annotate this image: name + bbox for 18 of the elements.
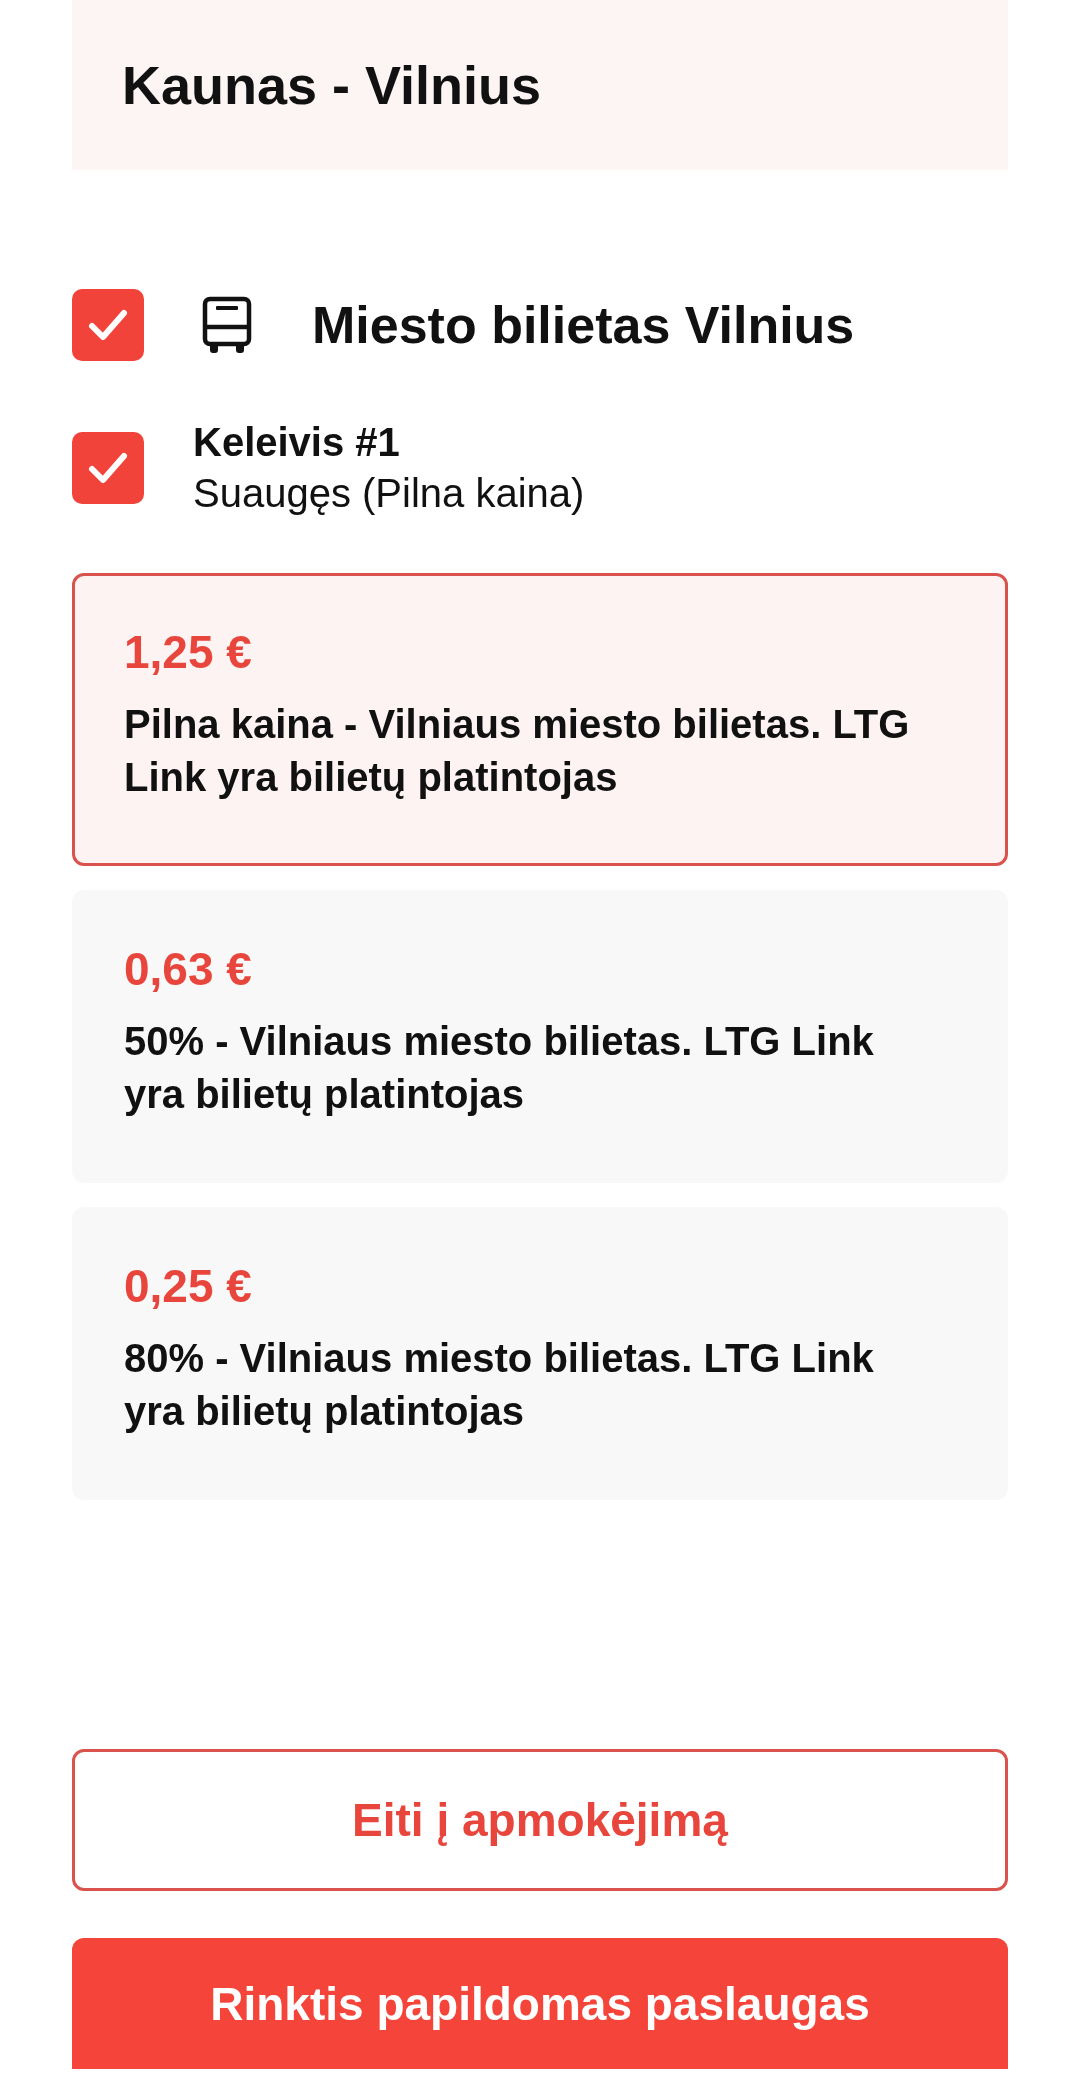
- fare-option[interactable]: 1,25 € Pilna kaina - Vilniaus miesto bilietas. LTG Link yra bilietų platintojas: [72, 573, 1008, 866]
- fare-price: 1,25 €: [124, 625, 253, 680]
- bus-icon: [202, 296, 252, 354]
- extras-button[interactable]: Rinktis papildomas paslaugas: [72, 1938, 1008, 2069]
- passenger-name: Keleivis #1: [193, 419, 401, 466]
- fare-price: 0,63 €: [124, 942, 253, 997]
- fare-price: 0,25 €: [124, 1259, 253, 1314]
- payment-button[interactable]: Eiti į apmokėjimą: [72, 1749, 1008, 1891]
- route-title: Kaunas - Vilnius: [122, 54, 542, 117]
- fare-description: 50% - Vilniaus miesto bilietas. LTG Link yra bilietų platintojas: [124, 1018, 875, 1118]
- passenger-type: Suaugęs (Pilna kaina): [193, 470, 585, 517]
- fare-option[interactable]: 0,25 € 80% - Vilniaus miesto bilietas. LTG Link yra bilietų platintojas: [72, 1207, 1008, 1500]
- checkbox[interactable]: [72, 289, 144, 361]
- fare-option[interactable]: 0,63 € 50% - Vilniaus miesto bilietas. LTG Link yra bilietų platintojas: [72, 890, 1008, 1183]
- ticket-title: Miesto bilietas Vilnius: [312, 295, 855, 356]
- fare-description: 80% - Vilniaus miesto bilietas. LTG Link yra bilietų platintojas: [124, 1335, 875, 1435]
- checkbox[interactable]: [72, 432, 144, 504]
- fare-description: Pilna kaina - Vilniaus miesto bilietas. LTG Link yra bilietų platintojas: [124, 701, 911, 801]
